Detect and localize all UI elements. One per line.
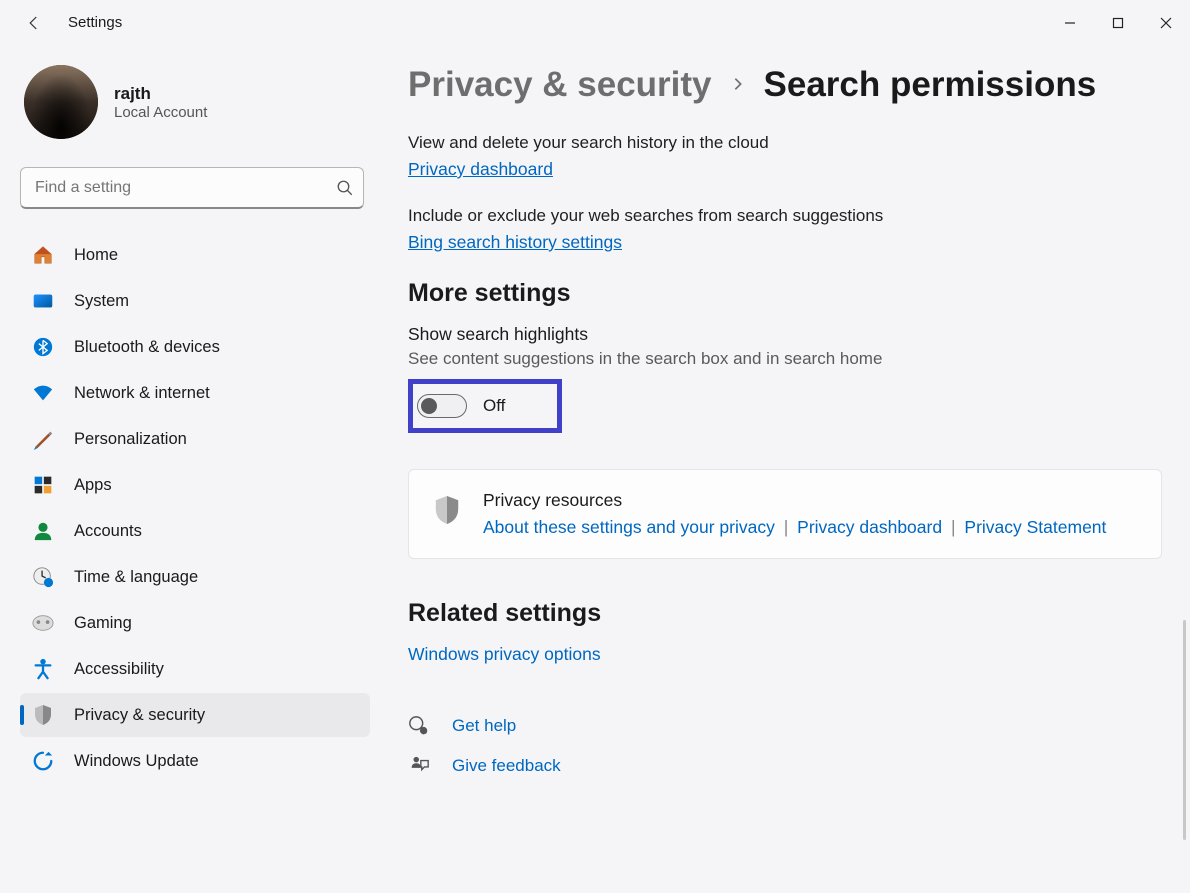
privacy-resources-title: Privacy resources [483, 490, 1106, 511]
privacy-dashboard-link[interactable]: Privacy dashboard [408, 159, 553, 180]
app-title: Settings [68, 14, 122, 31]
sidebar-item-personalization[interactable]: Personalization [20, 417, 370, 461]
sidebar-item-label: Home [74, 246, 118, 265]
accounts-icon [32, 520, 54, 542]
search-highlights-sub: See content suggestions in the search bo… [408, 349, 1162, 369]
titlebar: Settings [0, 0, 1190, 45]
sidebar-item-label: Accounts [74, 522, 142, 541]
chevron-right-icon [730, 71, 746, 99]
bing-history-link[interactable]: Bing search history settings [408, 232, 622, 253]
help-icon: ? [408, 715, 430, 737]
windows-update-icon [32, 750, 54, 772]
toggle-knob [421, 398, 437, 414]
sidebar-item-windows-update[interactable]: Windows Update [20, 739, 370, 783]
close-button[interactable] [1142, 3, 1190, 43]
sidebar-item-label: Bluetooth & devices [74, 338, 220, 357]
give-feedback-link[interactable]: Give feedback [408, 755, 1162, 777]
privacy-dashboard-link-2[interactable]: Privacy dashboard [797, 517, 942, 538]
personalization-icon [32, 428, 54, 450]
search-icon[interactable] [336, 179, 354, 197]
sidebar-item-time-language[interactable]: Time & language [20, 555, 370, 599]
web-search-desc: Include or exclude your web searches fro… [408, 206, 1162, 226]
toggle-state-label: Off [483, 396, 505, 416]
shield-icon [433, 490, 461, 538]
gaming-icon [32, 612, 54, 634]
sidebar-item-privacy-security[interactable]: Privacy & security [20, 693, 370, 737]
page-title: Search permissions [764, 65, 1097, 105]
sidebar-item-label: Accessibility [74, 660, 164, 679]
sidebar-item-label: Time & language [74, 568, 198, 587]
shield-icon [32, 704, 54, 726]
svg-text:?: ? [422, 729, 425, 735]
sidebar-item-label: Network & internet [74, 384, 210, 403]
separator: | [784, 517, 789, 537]
sidebar-item-system[interactable]: System [20, 279, 370, 323]
home-icon [32, 244, 54, 266]
search-input[interactable] [20, 167, 364, 209]
privacy-statement-link[interactable]: Privacy Statement [964, 517, 1106, 538]
sidebar-item-apps[interactable]: Apps [20, 463, 370, 507]
more-settings-heading: More settings [408, 279, 1162, 308]
search-highlights-title: Show search highlights [408, 324, 1162, 345]
sidebar-item-accounts[interactable]: Accounts [20, 509, 370, 553]
bluetooth-icon [32, 336, 54, 358]
sidebar-item-home[interactable]: Home [20, 233, 370, 277]
scrollbar[interactable] [1183, 620, 1186, 840]
windows-privacy-options-link[interactable]: Windows privacy options [408, 644, 601, 665]
sidebar-item-label: Privacy & security [74, 706, 205, 725]
apps-icon [32, 474, 54, 496]
cloud-history-desc: View and delete your search history in t… [408, 133, 1162, 153]
breadcrumb-parent[interactable]: Privacy & security [408, 65, 712, 105]
sidebar-item-accessibility[interactable]: Accessibility [20, 647, 370, 691]
network-icon [32, 382, 54, 404]
breadcrumb: Privacy & security Search permissions [408, 65, 1162, 105]
sidebar-item-label: Personalization [74, 430, 187, 449]
sidebar: rajth Local Account Home [0, 45, 380, 893]
search-highlights-toggle[interactable] [417, 394, 467, 418]
about-settings-link[interactable]: About these settings and your privacy [483, 517, 775, 538]
system-icon [32, 290, 54, 312]
related-settings-heading: Related settings [408, 599, 1162, 628]
sidebar-item-bluetooth[interactable]: Bluetooth & devices [20, 325, 370, 369]
maximize-button[interactable] [1094, 3, 1142, 43]
back-button[interactable] [24, 13, 44, 33]
sidebar-item-label: Apps [74, 476, 112, 495]
feedback-icon [408, 755, 430, 777]
sidebar-item-network[interactable]: Network & internet [20, 371, 370, 415]
sidebar-item-label: Windows Update [74, 752, 199, 771]
sidebar-item-gaming[interactable]: Gaming [20, 601, 370, 645]
sidebar-item-label: System [74, 292, 129, 311]
avatar [24, 65, 98, 139]
give-feedback-label: Give feedback [452, 756, 561, 776]
main-content: Privacy & security Search permissions Vi… [380, 45, 1190, 893]
profile-block[interactable]: rajth Local Account [20, 65, 370, 139]
time-language-icon [32, 566, 54, 588]
privacy-resources-card: Privacy resources About these settings a… [408, 469, 1162, 559]
sidebar-item-label: Gaming [74, 614, 132, 633]
accessibility-icon [32, 658, 54, 680]
profile-name: rajth [114, 84, 207, 104]
get-help-link[interactable]: ? Get help [408, 715, 1162, 737]
get-help-label: Get help [452, 716, 516, 736]
search-highlights-toggle-row: Off [408, 379, 562, 433]
separator: | [951, 517, 956, 537]
minimize-button[interactable] [1046, 3, 1094, 43]
profile-subtitle: Local Account [114, 104, 207, 121]
